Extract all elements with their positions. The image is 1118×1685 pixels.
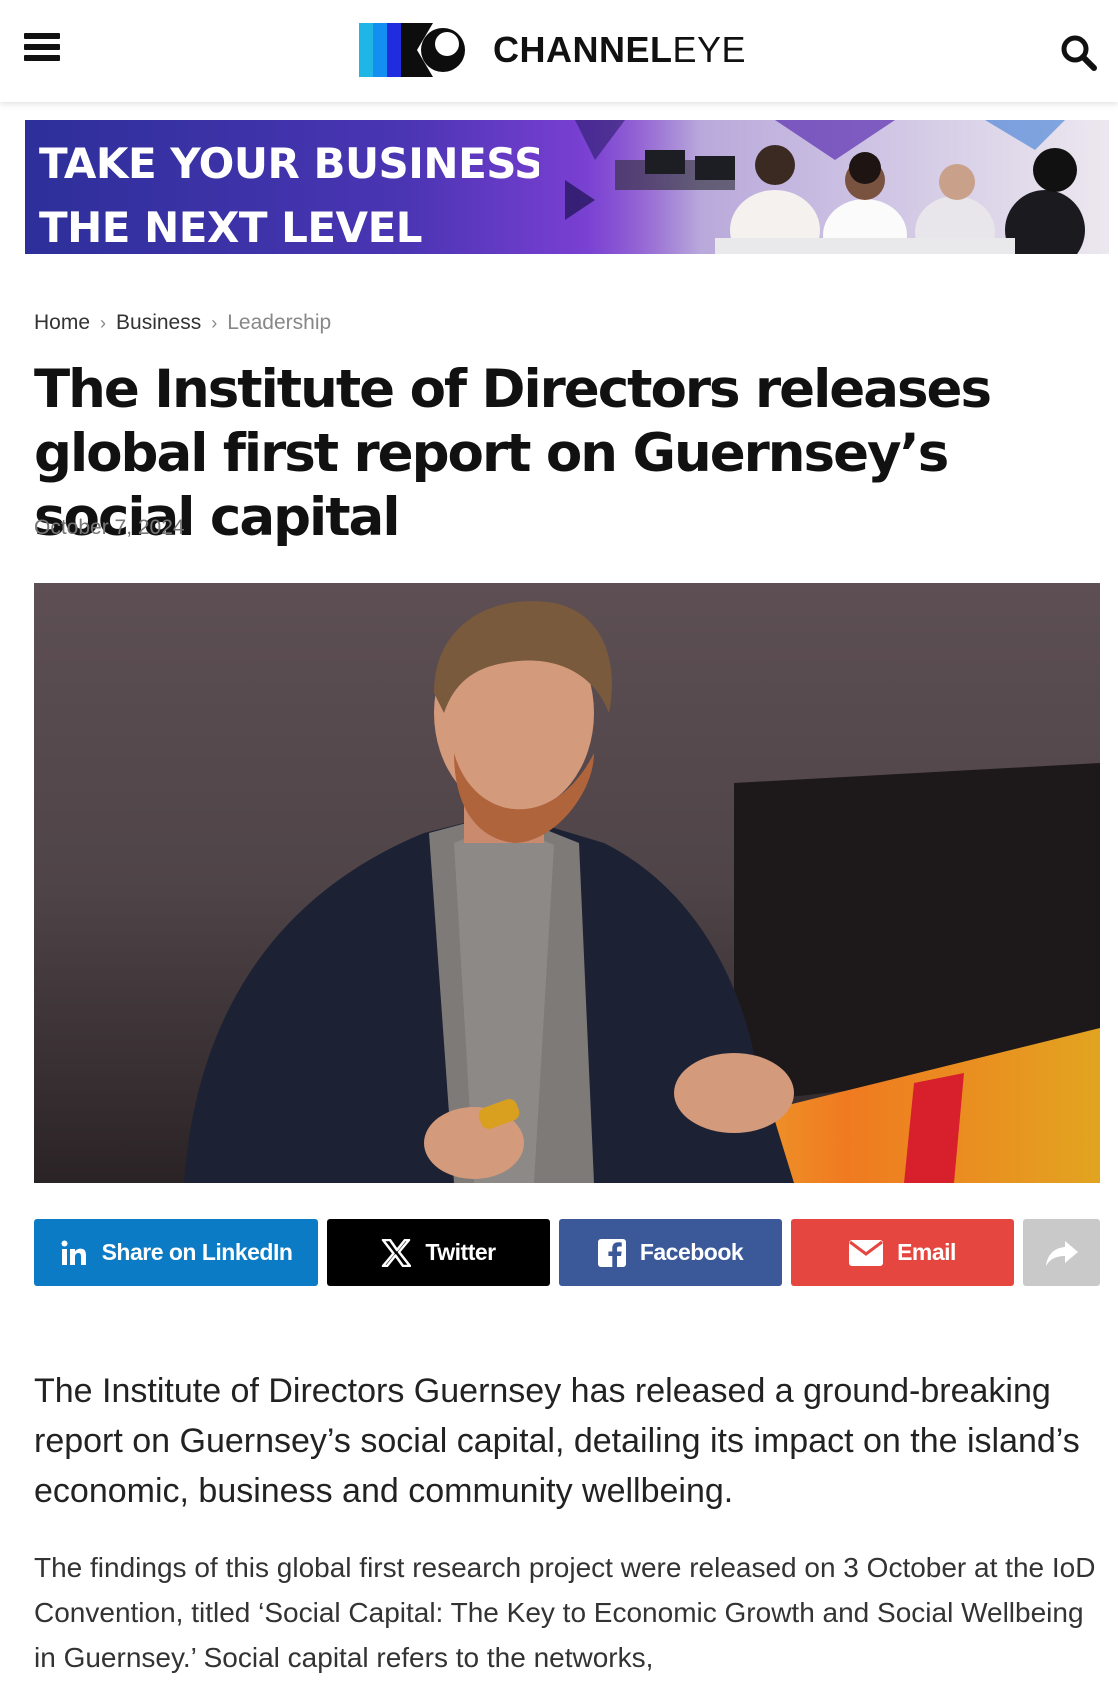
facebook-icon bbox=[597, 1238, 626, 1267]
x-logo-icon bbox=[382, 1238, 412, 1267]
share-more-button[interactable] bbox=[1023, 1219, 1100, 1286]
site-logo[interactable]: CHANNELEYE bbox=[359, 23, 746, 77]
article-title: The Institute of Directors releases glob… bbox=[34, 359, 992, 548]
share-linkedin-button[interactable]: Share on LinkedIn bbox=[34, 1219, 318, 1286]
banner-office-photo bbox=[565, 120, 1109, 254]
breadcrumb-business[interactable]: Business bbox=[116, 311, 201, 335]
breadcrumb-separator: › bbox=[211, 312, 218, 333]
share-facebook-button[interactable]: Facebook bbox=[559, 1219, 782, 1286]
breadcrumb-separator: › bbox=[100, 312, 107, 333]
search-icon[interactable] bbox=[1058, 32, 1098, 72]
logo-wordmark: CHANNELEYE bbox=[493, 29, 747, 70]
share-twitter-label: Twitter bbox=[425, 1239, 496, 1265]
breadcrumb-home[interactable]: Home bbox=[34, 311, 90, 335]
banner-headline: TAKE YOUR BUSINESS TO THE NEXT LEVEL bbox=[39, 139, 539, 252]
ad-banner[interactable]: TAKE YOUR BUSINESS TO THE NEXT LEVEL bbox=[25, 120, 1109, 254]
breadcrumb: Home › Business › Leadership bbox=[34, 311, 331, 335]
article-paragraph: The findings of this global first resear… bbox=[34, 1552, 1096, 1673]
article-lead: The Institute of Directors Guernsey has … bbox=[34, 1372, 1080, 1510]
share-linkedin-label: Share on LinkedIn bbox=[101, 1239, 293, 1265]
hamburger-menu-icon[interactable] bbox=[24, 33, 60, 65]
share-twitter-button[interactable]: Twitter bbox=[327, 1219, 550, 1286]
linkedin-icon bbox=[61, 1240, 86, 1265]
article-date: October 7, 2024 bbox=[34, 516, 185, 539]
share-email-button[interactable]: Email bbox=[791, 1219, 1014, 1286]
share-email-label: Email bbox=[897, 1239, 956, 1265]
channeleye-logo-icon bbox=[359, 23, 479, 77]
site-header: CHANNELEYE bbox=[0, 0, 1118, 102]
share-arrow-icon bbox=[1045, 1240, 1078, 1266]
share-facebook-label: Facebook bbox=[639, 1239, 744, 1265]
envelope-icon bbox=[849, 1239, 884, 1266]
breadcrumb-leadership[interactable]: Leadership bbox=[227, 311, 331, 335]
article-hero-image bbox=[34, 583, 1100, 1183]
